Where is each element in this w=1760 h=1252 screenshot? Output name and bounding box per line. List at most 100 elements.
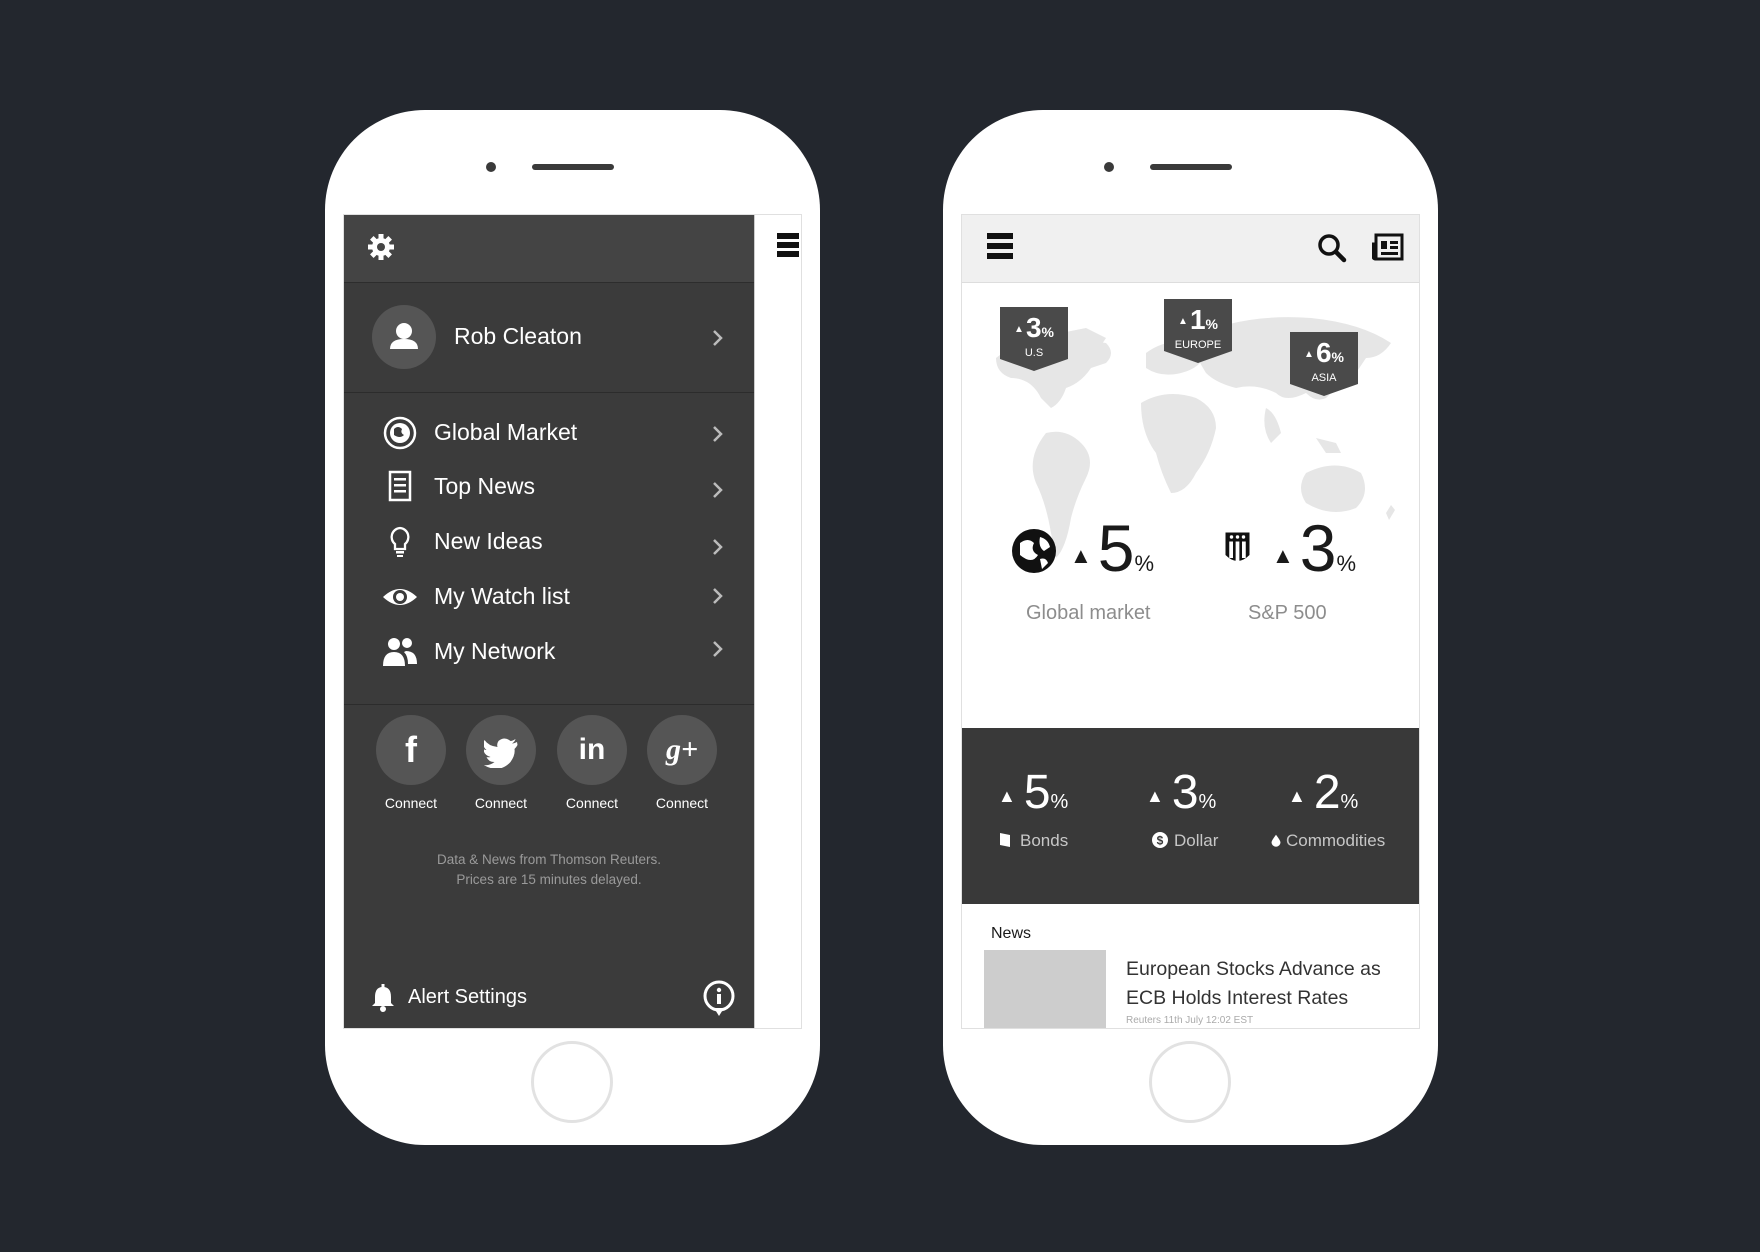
- dollar-icon: $: [1152, 832, 1168, 848]
- percent-sign: %: [1336, 551, 1357, 576]
- alert-settings-bar: Alert Settings: [344, 968, 754, 1028]
- speaker: [1150, 164, 1232, 170]
- connect-label: Connect: [655, 795, 709, 811]
- lightbulb-icon: [390, 526, 410, 557]
- dollar-stat[interactable]: ▲ 3% $ Dollar: [1146, 768, 1218, 851]
- menu-item-my-watch-list[interactable]: My Watch list: [344, 571, 754, 621]
- up-arrow-icon: ▲: [1304, 348, 1314, 360]
- linkedin-icon: in: [557, 715, 627, 785]
- menu-item-new-ideas[interactable]: New Ideas: [344, 516, 754, 566]
- percent-sign: %: [1041, 324, 1054, 340]
- screen-right: ▲3% U.S ▲1% EUROPE ▲6% ASIA ▲5% Global m…: [961, 214, 1420, 1029]
- region-tag-europe[interactable]: ▲1% EUROPE: [1164, 299, 1232, 363]
- people-icon: [383, 638, 417, 666]
- up-arrow-icon: ▲: [1070, 543, 1092, 568]
- globe-icon: [1012, 529, 1056, 573]
- profile-row[interactable]: Rob Cleaton: [344, 283, 754, 393]
- google-plus-icon: g+: [647, 715, 717, 785]
- twitter-icon: [466, 715, 536, 785]
- percent-sign: %: [1340, 791, 1359, 813]
- up-arrow-icon: ▲: [1178, 315, 1188, 327]
- screen-left: Rob Cleaton Global Market Top News New I…: [343, 214, 802, 1029]
- menu-label: My Network: [434, 638, 556, 664]
- menu-label: My Watch list: [434, 583, 570, 609]
- news-section-label: News: [991, 925, 1032, 942]
- drop-icon: [1271, 834, 1281, 847]
- percent-sign: %: [1198, 791, 1217, 813]
- main-content-peek[interactable]: [754, 215, 801, 1028]
- region-value: 3: [1025, 312, 1042, 343]
- commodities-stat[interactable]: ▲ 2% Commodities: [1271, 766, 1386, 851]
- avatar: [372, 305, 436, 369]
- bell-icon[interactable]: [370, 984, 396, 1012]
- chevron-right-icon: [712, 481, 724, 499]
- connect-label: Connect: [565, 795, 619, 811]
- hamburger-menu-icon[interactable]: [987, 233, 1013, 259]
- social-facebook[interactable]: f Connect: [375, 715, 447, 811]
- stat-caption: Dollar: [1174, 831, 1219, 850]
- news-meta: Reuters 11th July 12:02 EST: [1126, 1015, 1254, 1026]
- drawer-header: [344, 215, 754, 283]
- stat-value: 5: [1097, 511, 1135, 585]
- speaker: [532, 164, 614, 170]
- front-camera: [486, 162, 496, 172]
- search-icon[interactable]: [1317, 233, 1347, 263]
- eye-icon: [383, 589, 417, 605]
- chevron-right-icon: [712, 329, 724, 347]
- document-icon: [388, 470, 412, 502]
- hamburger-menu-icon[interactable]: [777, 233, 799, 257]
- region-tag-asia[interactable]: ▲6% ASIA: [1290, 332, 1358, 396]
- up-arrow-icon: ▲: [1146, 786, 1164, 806]
- up-arrow-icon: ▲: [1014, 323, 1024, 335]
- region-name: EUROPE: [1174, 339, 1222, 351]
- user-icon: [390, 323, 418, 349]
- news-thumbnail[interactable]: [984, 950, 1106, 1028]
- region-tag-us[interactable]: ▲3% U.S: [1000, 307, 1068, 371]
- stat-value: 3: [1299, 511, 1337, 585]
- front-camera: [1104, 162, 1114, 172]
- stat-caption: Bonds: [1020, 831, 1069, 850]
- region-value: 6: [1315, 337, 1332, 368]
- chevron-right-icon: [712, 538, 724, 556]
- chevron-right-icon: [712, 640, 724, 658]
- menu-item-my-network[interactable]: My Network: [344, 626, 754, 676]
- info-icon[interactable]: [702, 980, 736, 1018]
- chevron-right-icon: [712, 587, 724, 605]
- chevron-right-icon: [712, 425, 724, 443]
- phone-right: ▲3% U.S ▲1% EUROPE ▲6% ASIA ▲5% Global m…: [943, 110, 1438, 1145]
- social-linkedin[interactable]: in Connect: [556, 715, 628, 811]
- navigation-drawer: Rob Cleaton Global Market Top News New I…: [344, 215, 754, 1028]
- gear-icon[interactable]: [366, 232, 396, 262]
- home-button[interactable]: [1149, 1041, 1231, 1123]
- social-twitter[interactable]: Connect: [465, 715, 537, 811]
- social-google-plus[interactable]: g+ Connect: [646, 715, 718, 811]
- percent-sign: %: [1205, 316, 1218, 332]
- menu-label: Global Market: [434, 419, 578, 445]
- region-value: 1: [1189, 304, 1206, 335]
- up-arrow-icon: ▲: [1272, 543, 1294, 568]
- region-name: ASIA: [1311, 372, 1337, 384]
- menu-label: Top News: [434, 473, 535, 499]
- bond-icon: [1000, 833, 1010, 847]
- region-name: U.S: [1024, 347, 1044, 359]
- home-button[interactable]: [531, 1041, 613, 1123]
- percent-sign: %: [1050, 791, 1069, 813]
- newspaper-icon[interactable]: [1372, 233, 1404, 263]
- markets-band: ▲ 5% Bonds ▲ 3% $ Dollar ▲ 2% Commodities: [962, 728, 1419, 904]
- menu-item-global-market[interactable]: Global Market: [344, 407, 754, 457]
- globe-icon: [383, 416, 417, 450]
- alert-settings-link[interactable]: Alert Settings: [408, 986, 527, 1009]
- app-header: [962, 215, 1419, 283]
- up-arrow-icon: ▲: [1288, 786, 1306, 806]
- stat-value: 2: [1313, 766, 1341, 819]
- menu-item-top-news[interactable]: Top News: [344, 461, 754, 511]
- bonds-stat[interactable]: ▲ 5% Bonds: [998, 768, 1068, 851]
- phone-left: Rob Cleaton Global Market Top News New I…: [325, 110, 820, 1145]
- stat-caption: Commodities: [1286, 831, 1386, 850]
- connect-label: Connect: [384, 795, 438, 811]
- stat-value: 5: [1023, 766, 1051, 819]
- news-headline[interactable]: European Stocks Advance as ECB Holds Int…: [1126, 955, 1406, 1013]
- stat-caption: Global market: [1026, 602, 1151, 624]
- flag-shield-icon: [1225, 532, 1250, 561]
- facebook-icon: f: [376, 715, 446, 785]
